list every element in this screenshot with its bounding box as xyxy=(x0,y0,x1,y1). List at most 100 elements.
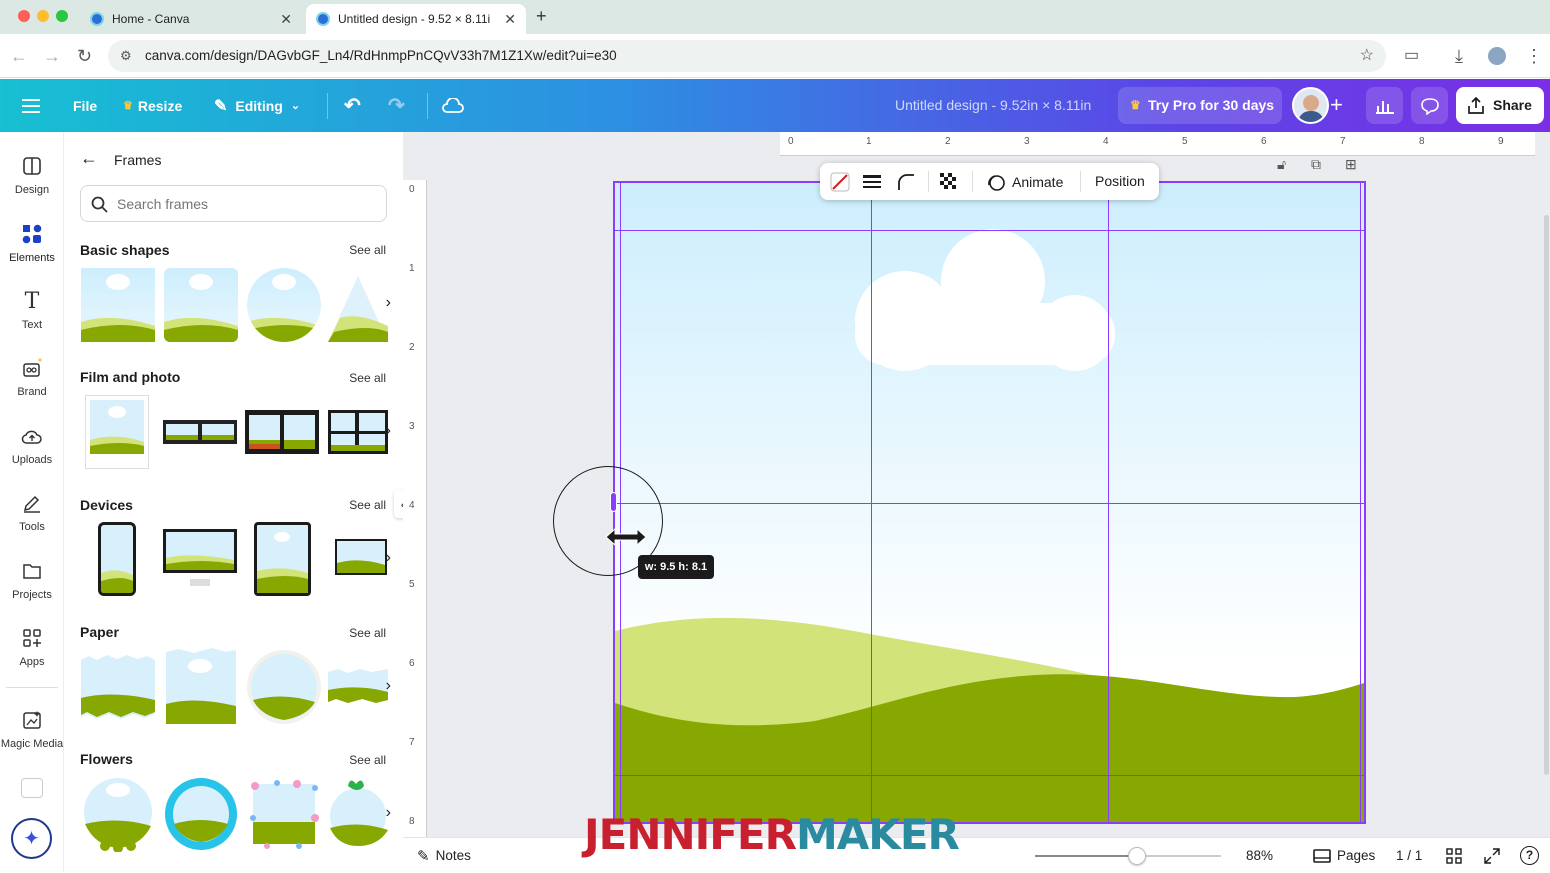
maximize-window-button[interactable] xyxy=(56,10,68,22)
url-field[interactable]: ⚙ canva.com/design/DAGvbGF_Ln4/RdHnmpPnC… xyxy=(108,40,1386,72)
download-icon[interactable]: ⤓ xyxy=(1455,46,1463,66)
frame-thumbnail-rough-paper[interactable] xyxy=(164,648,238,726)
add-page-icon[interactable]: ⊞ xyxy=(1345,156,1357,173)
chevron-right-icon[interactable]: › xyxy=(386,294,391,312)
transparency-icon[interactable] xyxy=(940,173,958,191)
rail-item-text[interactable]: T Text xyxy=(0,287,64,332)
browser-tab-home[interactable]: Home - Canva ✕ xyxy=(80,4,302,34)
minimize-window-button[interactable] xyxy=(37,10,49,22)
share-button[interactable]: Share xyxy=(1456,87,1544,124)
border-style-icon[interactable] xyxy=(863,174,881,190)
no-fill-color-icon[interactable] xyxy=(830,172,850,192)
close-window-button[interactable] xyxy=(18,10,30,22)
resize-button[interactable]: ♛ Resize xyxy=(123,79,182,132)
browser-menu-icon[interactable]: ⋮ xyxy=(1525,46,1543,66)
design-title[interactable]: Untitled design - 9.52in × 8.11in xyxy=(895,79,1091,132)
file-menu-button[interactable]: File xyxy=(73,79,97,132)
help-icon[interactable]: ? xyxy=(1520,846,1539,865)
vertical-scrollbar[interactable] xyxy=(1544,215,1549,775)
profile-avatar[interactable] xyxy=(1488,47,1506,65)
frame-thumbnail-flower-leaf[interactable] xyxy=(328,776,388,852)
rail-label: Magic Media xyxy=(0,738,64,750)
device-thumbnail-phone[interactable] xyxy=(98,522,136,596)
rail-item-apps[interactable]: Apps xyxy=(0,624,64,668)
zoom-slider-track[interactable] xyxy=(1035,847,1221,865)
see-all-link[interactable]: See all xyxy=(349,371,386,385)
chevron-right-icon[interactable]: › xyxy=(386,422,391,440)
cast-icon[interactable]: ▭ xyxy=(1404,46,1419,66)
frame-thumbnail-flower-white[interactable] xyxy=(81,776,155,852)
notes-button[interactable]: ✎ Notes xyxy=(417,838,471,873)
magic-assistant-button[interactable]: ✦ xyxy=(11,818,52,859)
frame-thumbnail-rounded[interactable] xyxy=(164,268,238,342)
frame-thumbnail-paper-circle[interactable] xyxy=(247,650,321,724)
browser-tab-design[interactable]: Untitled design - 9.52 × 8.11in ✕ xyxy=(306,4,526,34)
search-input[interactable] xyxy=(117,194,377,214)
bookmark-star-icon[interactable]: ☆ xyxy=(1360,40,1374,72)
search-frames-field[interactable] xyxy=(80,185,387,222)
chevron-right-icon[interactable]: › xyxy=(386,804,391,822)
see-all-link[interactable]: See all xyxy=(349,626,386,640)
redo-button[interactable]: ↷ xyxy=(388,79,405,132)
see-all-link[interactable]: See all xyxy=(349,498,386,512)
design-page[interactable] xyxy=(613,181,1366,824)
main-menu-button[interactable] xyxy=(22,79,40,132)
site-settings-icon[interactable]: ⚙ xyxy=(120,40,132,72)
rail-item-projects[interactable]: Projects xyxy=(0,557,64,601)
comments-button[interactable] xyxy=(1411,87,1448,124)
back-arrow-icon[interactable]: ← xyxy=(80,148,98,168)
rail-item-magic-media[interactable]: Magic Media xyxy=(0,706,64,750)
frame-thumbnail-film-grid[interactable] xyxy=(328,410,388,454)
frame-thumbnail-square[interactable] xyxy=(81,268,155,342)
pages-icon xyxy=(1313,848,1331,863)
undo-button[interactable]: ↶ xyxy=(344,79,361,132)
zoom-slider-knob[interactable] xyxy=(1128,847,1147,865)
more-apps-icon[interactable] xyxy=(21,778,43,798)
insights-button[interactable] xyxy=(1366,87,1403,124)
try-pro-button[interactable]: ♛ Try Pro for 30 days xyxy=(1118,87,1282,124)
see-all-link[interactable]: See all xyxy=(349,753,386,767)
close-tab-icon[interactable]: ✕ xyxy=(504,11,516,28)
frame-thumbnail-flower-border[interactable] xyxy=(247,778,321,850)
frame-thumbnail-flower-blue[interactable] xyxy=(164,776,238,852)
reload-icon[interactable]: ↻ xyxy=(77,46,92,66)
device-thumbnail-tablet[interactable] xyxy=(254,522,311,596)
cloud-save-button[interactable] xyxy=(442,79,464,132)
panel-title: Frames xyxy=(114,152,162,168)
frame-thumbnail-circle[interactable] xyxy=(247,268,321,342)
back-icon[interactable]: ← xyxy=(10,46,28,66)
chevron-right-icon[interactable]: › xyxy=(386,677,391,695)
grid-view-icon[interactable] xyxy=(1446,848,1462,864)
fullscreen-icon[interactable] xyxy=(1484,848,1500,864)
divider xyxy=(972,171,973,192)
position-button[interactable]: Position xyxy=(1095,163,1145,200)
frame-thumbnail-filmstrip[interactable] xyxy=(163,420,237,444)
duplicate-page-icon[interactable]: ⧉ xyxy=(1311,156,1321,173)
device-thumbnail-monitor[interactable] xyxy=(162,528,238,590)
editing-label: Editing xyxy=(235,97,283,114)
rail-item-design[interactable]: Design xyxy=(0,152,64,196)
forward-icon[interactable]: → xyxy=(43,46,61,66)
zoom-percentage[interactable]: 88% xyxy=(1246,838,1273,873)
corner-rounding-icon[interactable] xyxy=(897,173,915,191)
lock-icon[interactable]: 🔓︎ xyxy=(1277,156,1286,173)
chevron-right-icon[interactable]: › xyxy=(386,549,391,567)
frame-thumbnail-film-two[interactable] xyxy=(245,410,319,454)
rail-item-uploads[interactable]: Uploads xyxy=(0,422,64,466)
rail-item-brand[interactable]: Brand xyxy=(0,354,64,398)
close-tab-icon[interactable]: ✕ xyxy=(280,11,292,28)
editing-mode-button[interactable]: ✎ Editing ⌄ xyxy=(214,79,300,132)
frame-thumbnail-polaroid[interactable] xyxy=(85,395,149,469)
frame-thumbnail-triangle[interactable] xyxy=(328,268,388,342)
invite-plus-icon[interactable]: + xyxy=(1330,94,1343,116)
user-avatar[interactable] xyxy=(1292,87,1329,124)
frame-thumbnail-torn-paper[interactable] xyxy=(81,654,155,720)
rail-item-elements[interactable]: Elements xyxy=(0,220,64,264)
new-tab-button[interactable]: + xyxy=(536,6,547,27)
rail-item-tools[interactable]: Tools xyxy=(0,489,64,533)
frame-thumbnail-paper-strip[interactable] xyxy=(328,666,388,706)
device-thumbnail-laptop[interactable] xyxy=(334,537,388,581)
animate-button[interactable]: Animate xyxy=(986,163,1063,200)
pages-button[interactable]: Pages xyxy=(1313,838,1375,873)
see-all-link[interactable]: See all xyxy=(349,243,386,257)
